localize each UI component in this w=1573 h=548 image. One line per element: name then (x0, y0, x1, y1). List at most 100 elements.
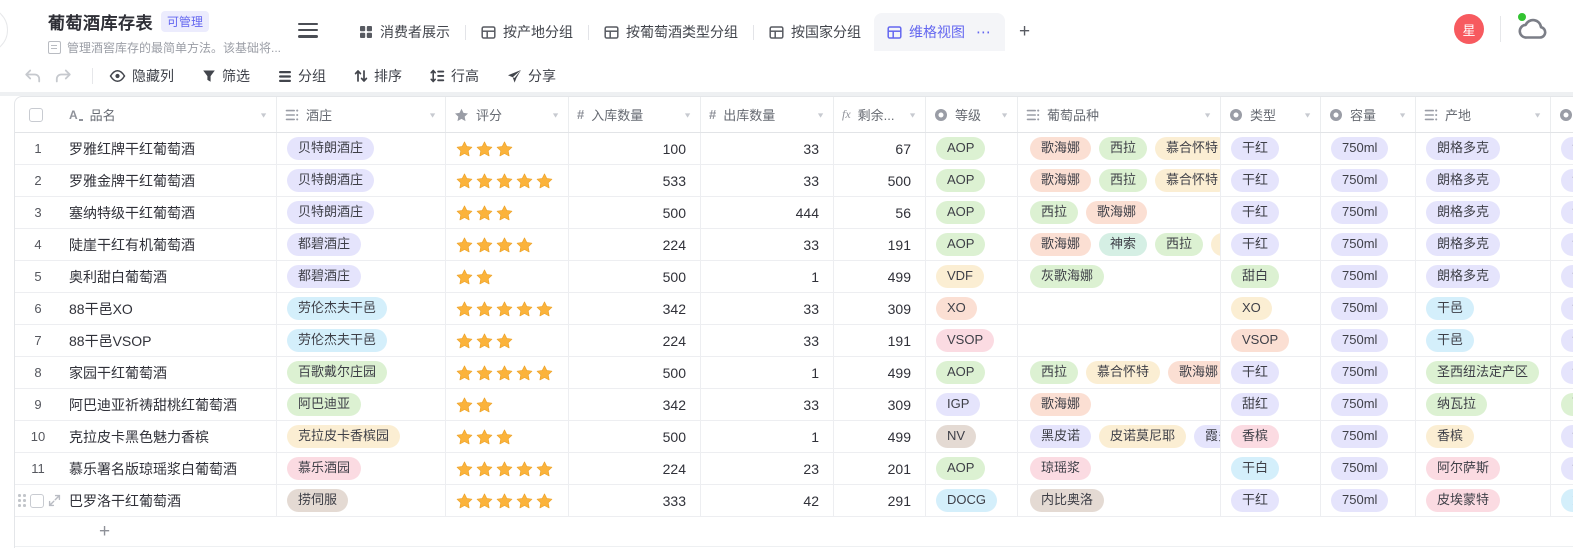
cell-grade[interactable]: DOCG (926, 485, 1018, 516)
cell-name[interactable]: 慕乐署名版琼瑶浆白葡萄酒 (61, 453, 277, 484)
select-all-checkbox[interactable] (29, 108, 43, 122)
cell-stock-out[interactable]: 42 (701, 485, 834, 516)
cell-volume[interactable]: 750ml (1321, 421, 1416, 452)
cell-volume[interactable]: 750ml (1321, 293, 1416, 324)
cell-remaining[interactable]: 309 (834, 389, 926, 420)
cell-name[interactable]: 巴罗洛干红葡萄酒 (61, 485, 277, 516)
cell-volume[interactable]: 750ml (1321, 197, 1416, 228)
cell-grade[interactable]: AOP (926, 453, 1018, 484)
cell-grapes[interactable]: 琼瑶浆 (1018, 453, 1221, 484)
cell-grade[interactable]: AOP (926, 133, 1018, 164)
row-number[interactable]: 3 (15, 197, 61, 228)
column-dropdown-icon[interactable]: ▼ (1203, 111, 1212, 119)
cell-volume[interactable]: 750ml (1321, 485, 1416, 516)
cell-region[interactable]: 朗格多克 (1416, 229, 1551, 260)
cell-grapes[interactable] (1018, 325, 1221, 356)
cell-country[interactable]: 法 (1551, 293, 1573, 324)
cell-winery[interactable]: 捞伺服 (277, 485, 446, 516)
column-dropdown-icon[interactable]: ▼ (683, 111, 692, 119)
column-header-出库数量[interactable]: #出库数量▼ (701, 97, 834, 132)
toolbar-sort-button[interactable]: 排序 (354, 66, 402, 86)
add-row-button[interactable]: + (15, 517, 1573, 547)
cell-stock-in[interactable]: 224 (569, 453, 701, 484)
cell-country[interactable]: 法 (1551, 325, 1573, 356)
column-dropdown-icon[interactable]: ▼ (816, 111, 825, 119)
cell-country[interactable]: 法 (1551, 421, 1573, 452)
row-number[interactable]: 9 (15, 389, 61, 420)
view-tab[interactable]: 按产地分组 (468, 13, 586, 51)
cell-remaining[interactable]: 191 (834, 229, 926, 260)
cell-type[interactable]: 干白 (1221, 453, 1321, 484)
cell-grade[interactable]: AOP (926, 197, 1018, 228)
cell-stock-out[interactable]: 444 (701, 197, 834, 228)
cell-winery[interactable]: 阿巴迪亚 (277, 389, 446, 420)
toolbar-row-height-button[interactable]: 行高 (430, 66, 479, 86)
drag-handle-icon[interactable] (18, 494, 26, 507)
cell-stock-out[interactable]: 33 (701, 293, 834, 324)
cell-volume[interactable]: 750ml (1321, 165, 1416, 196)
cell-region[interactable]: 干邑 (1416, 325, 1551, 356)
cell-type[interactable]: 干红 (1221, 197, 1321, 228)
cell-type[interactable]: 干红 (1221, 133, 1321, 164)
cell-grapes[interactable]: 黑皮诺皮诺莫尼耶霞多丽 (1018, 421, 1221, 452)
cell-stock-in[interactable]: 500 (569, 357, 701, 388)
cell-grade[interactable]: AOP (926, 357, 1018, 388)
column-dropdown-icon[interactable]: ▼ (1000, 111, 1009, 119)
cell-name[interactable]: 罗雅红牌干红葡萄酒 (61, 133, 277, 164)
cell-stock-out[interactable]: 1 (701, 421, 834, 452)
cell-region[interactable]: 朗格多克 (1416, 133, 1551, 164)
view-tab[interactable]: 维格视图⋯ (874, 13, 1005, 51)
column-header-评分[interactable]: 评分▼ (446, 97, 569, 132)
cell-stock-out[interactable]: 1 (701, 261, 834, 292)
cell-remaining[interactable]: 500 (834, 165, 926, 196)
redo-icon[interactable] (55, 69, 72, 84)
cell-remaining[interactable]: 499 (834, 421, 926, 452)
cell-country[interactable]: 法 (1551, 261, 1573, 292)
view-tab[interactable]: 按葡萄酒类型分组 (591, 13, 751, 51)
cell-volume[interactable]: 750ml (1321, 325, 1416, 356)
cell-grade[interactable]: AOP (926, 165, 1018, 196)
cell-remaining[interactable]: 67 (834, 133, 926, 164)
cell-grapes[interactable]: 歌海娜 (1018, 389, 1221, 420)
cell-grapes[interactable]: 内比奥洛 (1018, 485, 1221, 516)
cell-stock-out[interactable]: 23 (701, 453, 834, 484)
cell-volume[interactable]: 750ml (1321, 261, 1416, 292)
expand-row-icon[interactable] (48, 494, 61, 507)
toolbar-group-button[interactable]: 分组 (278, 66, 326, 86)
column-header-hidden[interactable] (1551, 97, 1573, 132)
cell-rating[interactable] (446, 389, 569, 420)
cell-country[interactable]: 法 (1551, 229, 1573, 260)
cell-winery[interactable]: 百歌戴尔庄园 (277, 357, 446, 388)
cell-name[interactable]: 88干邑VSOP (61, 325, 277, 356)
row-number[interactable]: 8 (15, 357, 61, 388)
row-number[interactable]: 11 (15, 453, 61, 484)
cell-grade[interactable]: VSOP (926, 325, 1018, 356)
column-header-品名[interactable]: A品名▼ (61, 97, 277, 132)
cell-type[interactable]: VSOP (1221, 325, 1321, 356)
cell-grapes[interactable] (1018, 293, 1221, 324)
cell-stock-in[interactable]: 500 (569, 197, 701, 228)
cell-stock-out[interactable]: 33 (701, 165, 834, 196)
cell-stock-in[interactable]: 533 (569, 165, 701, 196)
cell-country[interactable]: 意 (1551, 485, 1573, 516)
cell-region[interactable]: 香槟 (1416, 421, 1551, 452)
cell-rating[interactable] (446, 453, 569, 484)
toolbar-filter-button[interactable]: 筛选 (202, 66, 250, 86)
cell-remaining[interactable]: 499 (834, 357, 926, 388)
cell-name[interactable]: 阿巴迪亚祈祷甜桃红葡萄酒 (61, 389, 277, 420)
toolbar-share-button[interactable]: 分享 (507, 66, 556, 86)
cell-stock-out[interactable]: 1 (701, 357, 834, 388)
cell-winery[interactable]: 贝特朗酒庄 (277, 165, 446, 196)
cell-stock-in[interactable]: 342 (569, 389, 701, 420)
cell-stock-in[interactable]: 224 (569, 325, 701, 356)
cell-type[interactable]: 干红 (1221, 229, 1321, 260)
view-tab[interactable]: 按国家分组 (756, 13, 874, 51)
cell-rating[interactable] (446, 261, 569, 292)
row-number[interactable]: 10 (15, 421, 61, 452)
add-view-button[interactable]: + (1005, 21, 1044, 43)
cell-country[interactable]: 法 (1551, 453, 1573, 484)
cell-rating[interactable] (446, 133, 569, 164)
cell-name[interactable]: 88干邑XO (61, 293, 277, 324)
cell-grapes[interactable]: 灰歌海娜 (1018, 261, 1221, 292)
cell-stock-in[interactable]: 100 (569, 133, 701, 164)
